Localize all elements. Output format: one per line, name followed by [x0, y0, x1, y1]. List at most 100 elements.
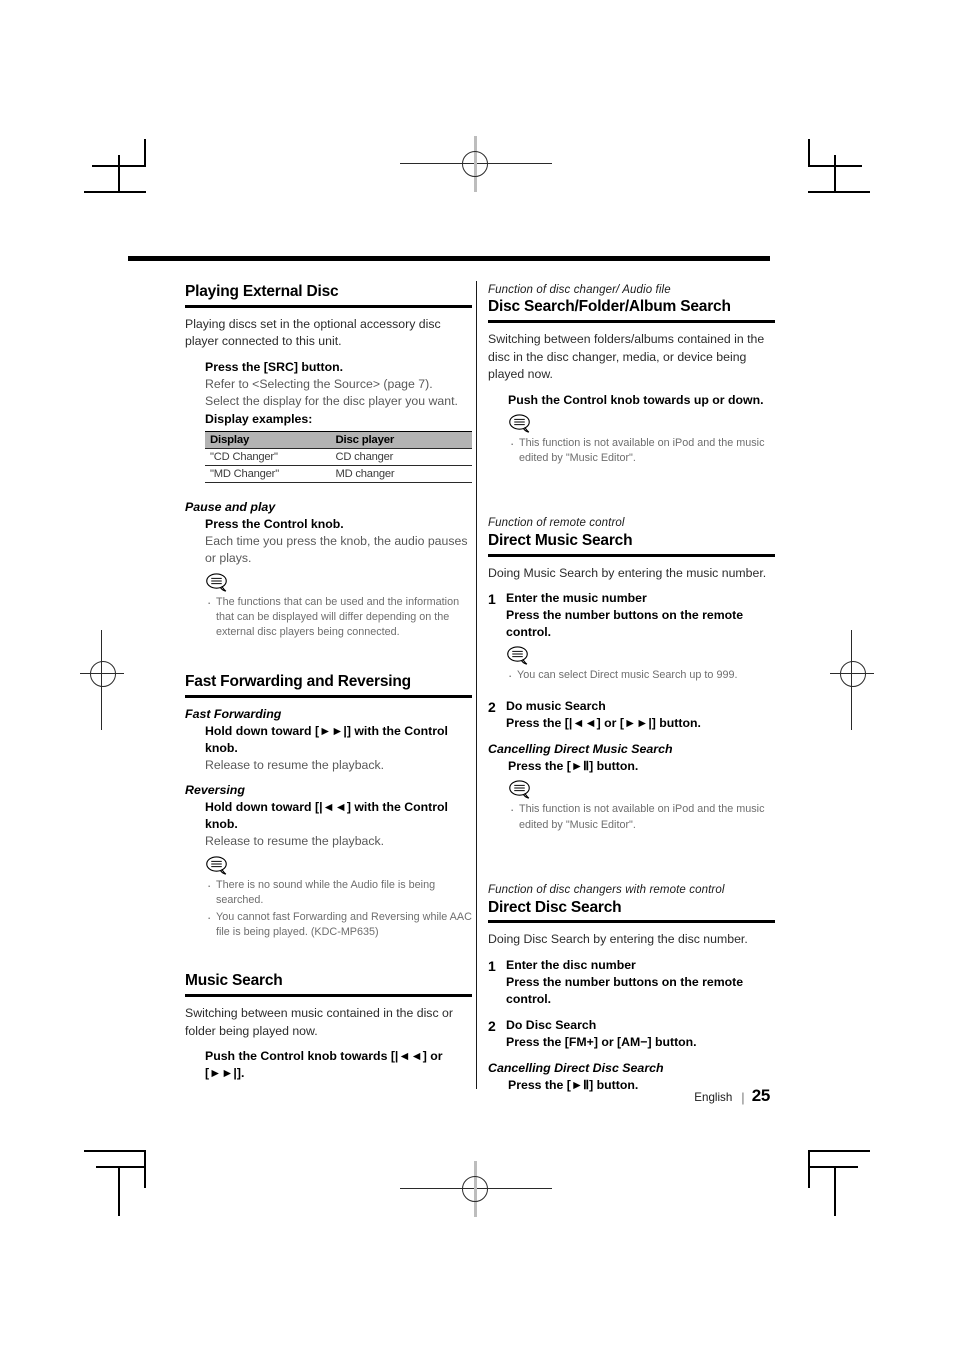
fast-forwarding-block: Hold down toward [►►|] with the Control … — [205, 723, 472, 774]
instruction-reversing: Hold down toward [|◄◄] with the Control … — [205, 800, 448, 832]
section-title-music-search: Music Search — [185, 972, 283, 990]
note-item: This function is not available on iPod a… — [508, 801, 775, 833]
subsection-title-reversing: Reversing — [185, 783, 245, 798]
page-top-rule — [128, 256, 770, 261]
title-underline — [185, 694, 472, 698]
subsection-title-cancelling-direct-music-search: Cancelling Direct Music Search — [488, 742, 673, 757]
detail-refer-to-source: Refer to <Selecting the Source> (page 7)… — [205, 376, 433, 391]
step-1-enter-music-number: 1 Enter the music number Press the numbe… — [488, 590, 775, 689]
step-heading: Enter the disc number — [506, 957, 636, 972]
step-1-enter-disc-number: 1 Enter the disc number Press the number… — [488, 957, 775, 1008]
subsection-pause-and-play: Pause and play Press the Control knob. E… — [185, 499, 472, 641]
step-detail: Press the number buttons on the remote c… — [506, 974, 744, 1006]
step-2-do-disc-search: 2 Do Disc Search Press the [FM+] or [AM−… — [488, 1017, 775, 1051]
cell-player-md-changer: MD changer — [330, 465, 472, 483]
intro-direct-music-search: Doing Music Search by entering the music… — [488, 565, 767, 580]
instruction-press-control-knob: Press the Control knob. — [205, 516, 344, 531]
section-fast-forwarding-and-reversing: Fast Forwarding and Reversing Fast Forwa… — [185, 673, 472, 941]
instruction-push-knob-up-down: Push the Control knob towards up or down… — [508, 392, 764, 407]
section-title-disc-search: Disc Search/Folder/Album Search — [488, 298, 731, 316]
footer-page-number: 25 — [751, 1086, 771, 1105]
pause-play-block: Press the Control knob. Each time you pr… — [205, 516, 472, 641]
intro-direct-disc-search: Doing Disc Search by entering the disc n… — [488, 932, 748, 947]
step-content: Do Disc Search Press the [FM+] or [AM−] … — [502, 1017, 775, 1051]
subsection-title-pause-and-play: Pause and play — [185, 499, 276, 514]
notes-list-direct-music-search-step1: You can select Direct music Search up to… — [506, 667, 775, 686]
section-direct-music-search: Function of remote control Direct Music … — [488, 516, 775, 833]
intro-text: Playing discs set in the optional access… — [185, 316, 441, 349]
note-bubble-icon — [509, 413, 530, 433]
note-item: This function is not available on iPod a… — [508, 435, 775, 467]
notes-list-cancelling-direct-music-search: This function is not available on iPod a… — [508, 801, 775, 833]
table-row: "MD Changer" MD changer — [205, 465, 472, 483]
disc-search-instruction-block: Push the Control knob towards up or down… — [508, 392, 775, 467]
table-row: "CD Changer" CD changer — [205, 447, 472, 466]
note-item: There is no sound while the Audio file i… — [205, 877, 472, 909]
step-2-do-music-search: 2 Do music Search Press the [|◄◄] or [►►… — [488, 698, 775, 732]
section-direct-disc-search: Function of disc changers with remote co… — [488, 883, 775, 1094]
step-number: 2 — [488, 1017, 496, 1034]
step-heading: Do Disc Search — [506, 1017, 597, 1032]
step-number: 1 — [488, 591, 496, 608]
step-detail: Press the [FM+] or [AM−] button. — [506, 1034, 697, 1049]
title-underline — [185, 304, 472, 308]
section-music-search: Music Search Switching between music con… — [185, 972, 472, 1082]
table-header-display: Display — [205, 430, 331, 449]
title-underline — [488, 320, 775, 324]
intro-music-search: Switching between music contained in the… — [185, 1006, 453, 1038]
instruction-fast-forward: Hold down toward [►►|] with the Control … — [205, 723, 448, 755]
instruction-block: Press the [SRC] button. Refer to <Select… — [205, 359, 472, 483]
left-column: Playing External Disc Playing discs set … — [185, 283, 472, 1082]
subsection-title-cancelling-direct-disc-search: Cancelling Direct Disc Search — [488, 1060, 664, 1075]
note-item: You cannot fast Forwarding and Reversing… — [205, 909, 472, 941]
footer-language: English — [694, 1091, 733, 1104]
detail-reversing-release: Release to resume the playback. — [205, 834, 385, 849]
section-title-fast-forwarding: Fast Forwarding and Reversing — [185, 672, 411, 690]
step-number: 1 — [488, 957, 496, 974]
music-search-instruction-block: Push the Control knob towards [|◄◄] or [… — [205, 1048, 472, 1082]
cell-display-md-changer: "MD Changer" — [205, 465, 331, 483]
cancelling-direct-music-search-block: Press the [►Ⅱ] button. This function is … — [508, 758, 775, 833]
footer-separator: | — [741, 1090, 745, 1105]
right-column: Function of disc changer/ Audio file Dis… — [488, 283, 775, 1094]
subsection-title-fast-forwarding: Fast Forwarding — [185, 706, 282, 721]
instruction-cancel-music-search: Press the [►Ⅱ] button. — [508, 759, 639, 774]
kicker-direct-music-search: Function of remote control — [488, 517, 625, 530]
step-content: Do music Search Press the [|◄◄] or [►►|]… — [502, 698, 775, 732]
cell-player-cd-changer: CD changer — [330, 447, 472, 466]
note-item: You can select Direct music Search up to… — [506, 667, 775, 686]
step-detail: Press the [|◄◄] or [►►|] button. — [506, 716, 701, 731]
title-underline — [488, 920, 775, 924]
detail-fast-forward-release: Release to resume the playback. — [205, 757, 385, 772]
kicker-disc-search: Function of disc changer/ Audio file — [488, 284, 671, 296]
instruction-push-control-knob: Push the Control knob towards [|◄◄] or [… — [205, 1049, 443, 1081]
intro-disc-search: Switching between folders/albums contain… — [488, 332, 765, 382]
notes-list-disc-search: This function is not available on iPod a… — [508, 435, 775, 467]
section-title-direct-music-search: Direct Music Search — [488, 531, 633, 549]
note-bubble-icon — [206, 856, 227, 875]
step-number: 2 — [488, 699, 496, 716]
kicker-direct-disc-search: Function of disc changers with remote co… — [488, 884, 725, 897]
notes-list-pause-play: The functions that can be used and the i… — [205, 594, 472, 641]
note-bubble-icon — [206, 572, 227, 592]
column-divider-rule — [476, 281, 477, 1089]
section-title-playing-external-disc: Playing External Disc — [185, 283, 339, 300]
cell-display-cd-changer: "CD Changer" — [205, 447, 331, 466]
table-header-disc-player: Disc player — [330, 430, 472, 449]
section-disc-search-folder-album: Function of disc changer/ Audio file Dis… — [488, 283, 775, 466]
reversing-block: Hold down toward [|◄◄] with the Control … — [205, 799, 472, 940]
step-detail: Press the number buttons on the remote c… — [506, 608, 744, 639]
note-bubble-icon — [507, 646, 528, 665]
page-footer: English | 25 — [488, 1086, 770, 1106]
instruction-press-src: Press the [SRC] button. — [205, 359, 344, 374]
notes-list-fast-forwarding: There is no sound while the Audio file i… — [205, 877, 472, 941]
detail-pause-play: Each time you press the knob, the audio … — [205, 533, 468, 566]
note-bubble-icon — [509, 780, 530, 800]
step-heading: Do music Search — [506, 699, 606, 714]
